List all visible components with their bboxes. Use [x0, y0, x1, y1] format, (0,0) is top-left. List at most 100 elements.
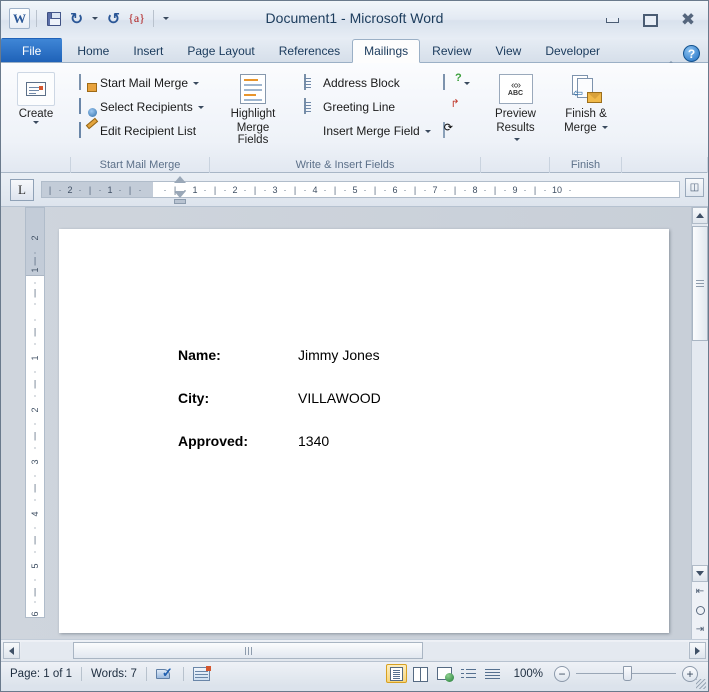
scroll-thumb-grip-icon: [244, 646, 252, 655]
scroll-left-button[interactable]: [3, 642, 20, 659]
tab-references[interactable]: References: [267, 38, 352, 62]
word-count-indicator[interactable]: Words: 7: [82, 662, 146, 686]
preview-results-icon-box: «» ABC: [497, 72, 535, 106]
highlight-merge-fields-icon: [240, 74, 266, 104]
highlight-merge-fields-button[interactable]: Highlight Merge Fields: [214, 69, 292, 146]
tab-file[interactable]: File: [1, 38, 63, 62]
vertical-scroll-track[interactable]: [692, 224, 708, 565]
full-screen-reading-icon: [412, 667, 428, 682]
document-page[interactable]: Name: Jimmy Jones City: VILLAWOOD Approv…: [59, 229, 669, 633]
horizontal-scroll-track[interactable]: [21, 642, 688, 659]
spelling-and-grammar-button[interactable]: ✓: [147, 662, 183, 686]
vruler-label-5: 5: [30, 563, 40, 569]
title-bar: W ↻ ↻ {a} Document1 - Microsoft Word ✖: [1, 1, 708, 39]
vertical-ruler[interactable]: 2 · | 1 · | · · | · 1 · | · 2 · | · 3 · …: [25, 207, 45, 618]
select-browse-object-button[interactable]: [692, 601, 708, 620]
view-web-layout-button[interactable]: [434, 664, 455, 683]
ribbon: Create Start Mail Merge Select Recipient…: [1, 63, 708, 173]
horizontal-ruler[interactable]: | · 2 · | · 1 · | · · | · 1 · | · 2 · |: [41, 181, 680, 198]
create-button-icon-box: [17, 72, 55, 106]
vruler-label-margin-2: 2: [30, 235, 40, 241]
finish-and-merge-icon: ⇦: [570, 74, 602, 104]
horizontal-ruler-row: L | · 2 · | · 1 · | · · | · 1 · | · 2 · …: [1, 173, 708, 207]
create-button[interactable]: Create: [5, 69, 67, 124]
minimize-ribbon-button[interactable]: [666, 46, 676, 66]
scroll-down-button[interactable]: [692, 565, 708, 582]
address-block-button[interactable]: Address Block: [298, 71, 435, 95]
view-full-screen-reading-button[interactable]: [410, 664, 431, 683]
tab-mailings[interactable]: Mailings: [352, 39, 421, 63]
match-fields-button[interactable]: [439, 95, 474, 119]
ribbon-group-finish-title: Finish: [550, 157, 622, 173]
view-ruler-button[interactable]: ◫: [685, 178, 704, 197]
finish-and-merge-label-line2-text: Merge: [564, 122, 597, 134]
greeting-line-button[interactable]: Greeting Line: [298, 95, 435, 119]
tab-home[interactable]: Home: [65, 38, 121, 62]
address-block-label: Address Block: [323, 76, 400, 90]
insert-merge-field-button[interactable]: Insert Merge Field: [298, 119, 435, 143]
vruler-label-2: 2: [30, 407, 40, 413]
select-recipients-button[interactable]: Select Recipients: [75, 95, 208, 119]
update-labels-button[interactable]: [439, 119, 474, 143]
zoom-slider-thumb[interactable]: [623, 666, 632, 681]
tab-page-layout[interactable]: Page Layout: [175, 38, 266, 62]
ribbon-group-start-mail-merge-title: Start Mail Merge: [71, 157, 210, 173]
vertical-scrollbar[interactable]: ⇤ ⇥: [691, 207, 708, 639]
ruler-ticks: | · 2 · | · 1 · | · · | · 1 · | · 2 · |: [48, 184, 572, 195]
vertical-scroll-thumb[interactable]: [692, 226, 708, 341]
scroll-right-button[interactable]: [689, 642, 706, 659]
ribbon-group-write-insert-fields-title: Write & Insert Fields: [210, 157, 481, 173]
vruler-label-1: 1: [30, 355, 40, 361]
finish-and-merge-button[interactable]: ⇦ Finish & Merge: [555, 69, 617, 134]
preview-results-label-line2-text: Results: [496, 122, 535, 134]
rules-button[interactable]: [439, 71, 474, 95]
previous-page-button[interactable]: ⇤: [692, 582, 708, 601]
view-ruler-icon: ◫: [689, 182, 700, 193]
close-button[interactable]: ✖: [678, 11, 698, 29]
zoom-out-button[interactable]: −: [554, 665, 570, 682]
tab-view[interactable]: View: [484, 38, 534, 62]
view-draft-button[interactable]: [482, 664, 503, 683]
document-label-city: City:: [178, 390, 210, 406]
document-workspace: 2 · | 1 · | · · | · 1 · | · 2 · | · 3 · …: [1, 207, 708, 639]
start-mail-merge-button-column: Start Mail Merge Select Recipients Edit …: [75, 69, 208, 143]
horizontal-scrollbar[interactable]: [1, 639, 708, 661]
edit-recipient-list-button[interactable]: Edit Recipient List: [75, 119, 208, 143]
window-resize-grip[interactable]: [696, 679, 706, 689]
start-mail-merge-button[interactable]: Start Mail Merge: [75, 71, 208, 95]
page-indicator[interactable]: Page: 1 of 1: [1, 662, 81, 686]
vruler-label-margin-1: 1: [30, 267, 40, 273]
highlight-merge-fields-label-line1: Highlight: [230, 108, 276, 120]
finish-and-merge-label-line2: Merge: [564, 122, 608, 134]
ruler-label-8: 8: [472, 184, 478, 195]
web-layout-icon: [436, 667, 454, 682]
next-page-button[interactable]: ⇥: [692, 620, 708, 639]
tab-insert[interactable]: Insert: [121, 38, 175, 62]
document-line-approved: Approved: 1340: [178, 433, 329, 449]
tab-stop-selector-button[interactable]: L: [10, 178, 34, 201]
view-print-layout-button[interactable]: [385, 664, 407, 683]
maximize-button[interactable]: [640, 11, 660, 29]
tab-developer[interactable]: Developer: [533, 38, 612, 62]
ruler-label-10: 10: [551, 184, 563, 195]
vruler-label-4: 4: [30, 511, 40, 517]
view-outline-button[interactable]: [458, 664, 479, 683]
vruler-label-6: 6: [30, 611, 40, 617]
tab-view-label: View: [495, 43, 522, 58]
preview-results-button[interactable]: «» ABC Preview Results: [485, 69, 546, 146]
help-button[interactable]: ?: [683, 45, 700, 62]
zoom-level-label[interactable]: 100%: [506, 668, 551, 680]
preview-results-label-line1: Preview: [495, 108, 536, 120]
minus-icon: −: [558, 666, 566, 681]
scroll-up-button[interactable]: [692, 207, 708, 224]
zoom-slider-track[interactable]: [576, 666, 676, 681]
zoom-slider-control[interactable]: − +: [554, 665, 708, 682]
start-mail-merge-icon: [79, 74, 81, 90]
minimize-button[interactable]: [602, 11, 622, 29]
ribbon-group-empty: [622, 63, 708, 173]
tab-file-label: File: [22, 43, 42, 58]
tab-review[interactable]: Review: [420, 38, 483, 62]
left-indent-marker[interactable]: [174, 199, 186, 204]
language-button[interactable]: [184, 662, 219, 686]
horizontal-scroll-thumb[interactable]: [73, 642, 423, 659]
